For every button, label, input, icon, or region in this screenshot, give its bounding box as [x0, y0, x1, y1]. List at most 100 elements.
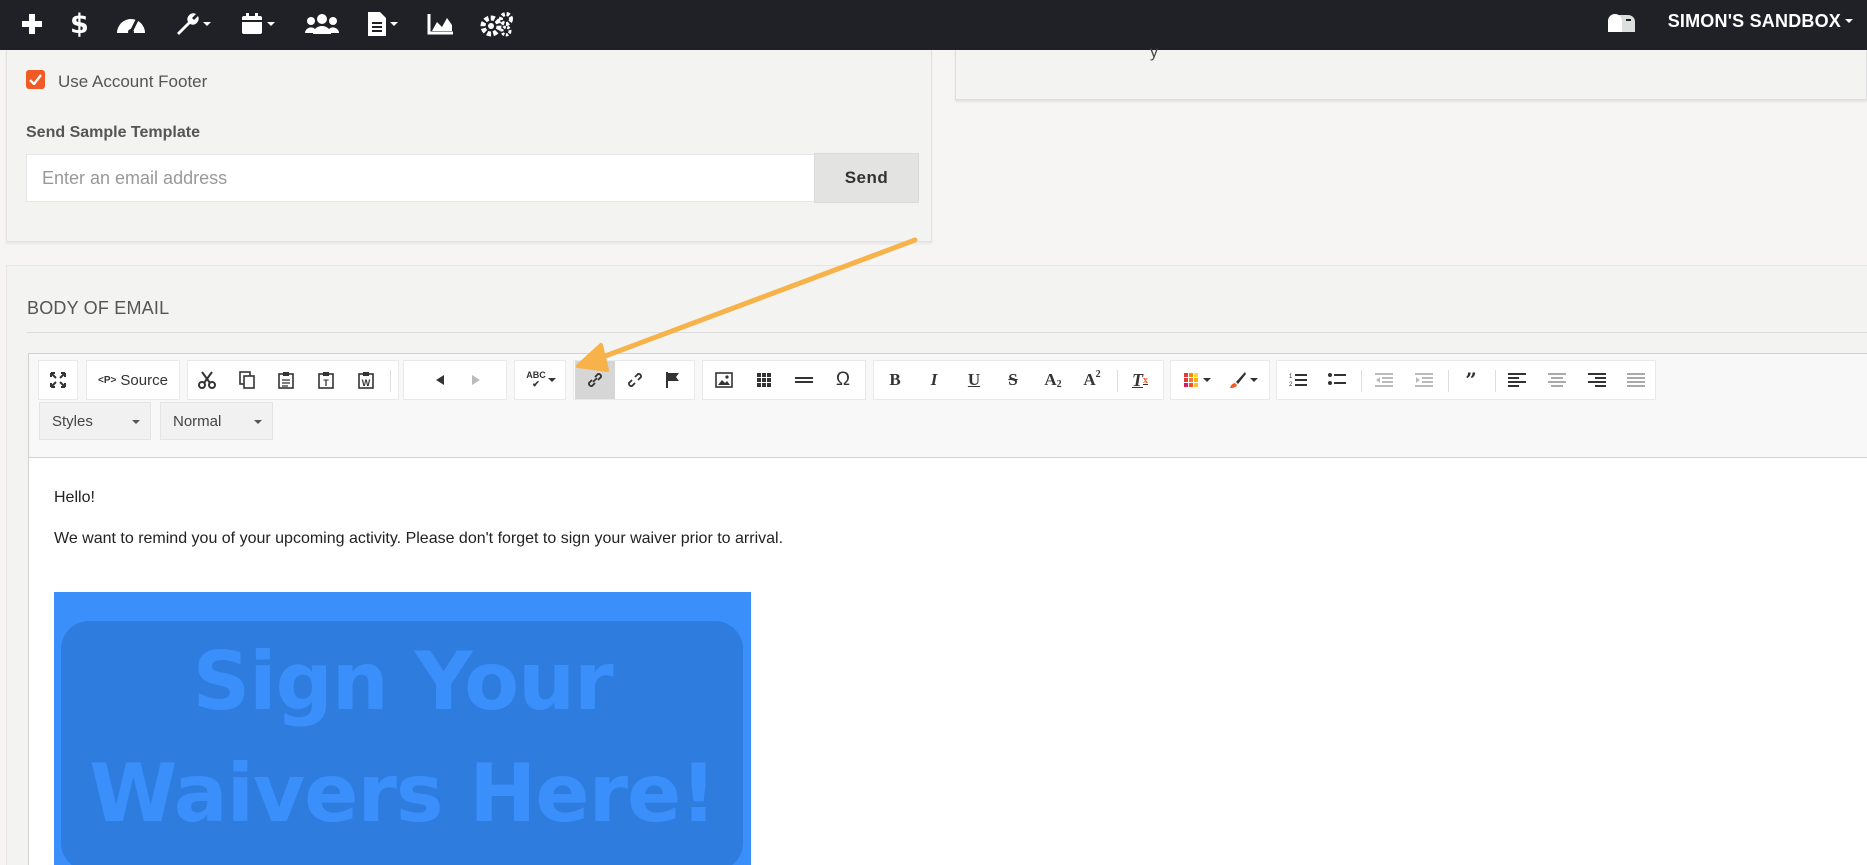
underline-icon[interactable]: U	[958, 365, 990, 395]
svg-text:1: 1	[1289, 374, 1293, 380]
chevron-down-icon	[547, 378, 556, 382]
increase-indent-icon[interactable]	[1408, 365, 1440, 395]
sample-email-input[interactable]	[26, 154, 821, 202]
users-icon[interactable]	[305, 6, 339, 42]
svg-text:2: 2	[1289, 382, 1293, 388]
chevron-down-icon	[1249, 378, 1258, 382]
format-dropdown-label: Normal	[173, 412, 222, 430]
toolbar-group-basicstyles: B I U S A2 A2 Tx	[873, 360, 1164, 400]
align-right-icon[interactable]	[1581, 365, 1613, 395]
redo-icon[interactable]	[460, 365, 492, 395]
divider	[26, 332, 1867, 333]
format-dropdown[interactable]: Normal	[160, 402, 273, 440]
editor-content-area[interactable]: Hello! We want to remind you of your upc…	[29, 458, 1867, 865]
source-button[interactable]: <P> Source	[90, 365, 176, 395]
superscript-icon[interactable]: A2	[1076, 365, 1108, 395]
calendar-icon[interactable]	[240, 6, 275, 42]
source-label: Source	[120, 371, 168, 389]
styles-dropdown-label: Styles	[52, 412, 93, 430]
toolbar-group-spellcheck: ABC ✔	[514, 360, 566, 400]
separator	[390, 370, 391, 392]
align-left-icon[interactable]	[1501, 365, 1533, 395]
wrench-icon[interactable]	[174, 6, 211, 42]
toolbar-group-colors	[1170, 360, 1270, 400]
send-sample-template-label: Send Sample Template	[26, 124, 200, 141]
use-account-footer-checkbox[interactable]	[26, 70, 45, 89]
horizontal-rule-icon[interactable]	[788, 365, 820, 395]
anchor-flag-icon[interactable]	[657, 365, 689, 395]
separator	[1495, 370, 1496, 392]
remove-format-icon[interactable]: Tx	[1124, 365, 1156, 395]
table-icon[interactable]	[748, 365, 780, 395]
send-sample-button[interactable]: Send	[814, 153, 919, 203]
special-character-icon[interactable]: Ω	[827, 365, 859, 395]
svg-text:T: T	[323, 378, 329, 388]
chevron-down-icon	[132, 420, 140, 424]
decrease-indent-icon[interactable]	[1368, 365, 1400, 395]
settings-icon[interactable]	[480, 6, 514, 42]
document-icon[interactable]	[367, 6, 398, 42]
italic-icon[interactable]: I	[918, 365, 950, 395]
account-name: SIMON'S SANDBOX	[1667, 10, 1841, 31]
bulleted-list-icon[interactable]	[1321, 365, 1353, 395]
sign-waivers-banner-image[interactable]: Sign Your Waivers Here!	[54, 592, 751, 865]
toolbar-group-maximize	[38, 360, 78, 400]
align-center-icon[interactable]	[1541, 365, 1573, 395]
subscript-icon[interactable]: A2	[1037, 365, 1069, 395]
right-panel: y	[955, 44, 1867, 100]
template-settings-panel: Use Account Footer Send Sample Template …	[6, 50, 932, 242]
source-icon: <P>	[98, 374, 117, 386]
mailbox-icon[interactable]	[1606, 5, 1636, 41]
undo-icon[interactable]	[424, 365, 456, 395]
copy-icon[interactable]	[231, 365, 263, 395]
editor-toolbar: <P> Source T W ABC ✔ Ω B I U S A 2 A 2 T…	[29, 354, 1867, 458]
dashboard-icon[interactable]	[115, 6, 147, 42]
maximize-icon[interactable]	[42, 365, 74, 395]
banner-text-line-1: Sign Your	[192, 635, 613, 728]
separator	[1448, 370, 1449, 392]
cut-off-text: y	[1150, 44, 1158, 61]
spellcheck-icon: ABC ✔	[526, 370, 546, 389]
chevron-down-icon	[1202, 378, 1211, 382]
blockquote-icon[interactable]: ”	[1455, 365, 1487, 395]
paste-icon[interactable]	[270, 365, 302, 395]
paste-text-icon[interactable]: T	[310, 365, 342, 395]
chart-icon[interactable]	[427, 6, 455, 42]
justify-icon[interactable]	[1620, 365, 1652, 395]
chevron-down-icon	[1845, 19, 1853, 23]
paintbrush-icon	[1229, 372, 1246, 388]
toolbar-group-clipboard: T W	[187, 360, 399, 400]
section-title: BODY OF EMAIL	[27, 298, 170, 318]
styles-dropdown[interactable]: Styles	[39, 402, 151, 440]
chevron-down-icon	[254, 420, 262, 424]
account-menu[interactable]: SIMON'S SANDBOX	[1668, 0, 1853, 42]
rich-text-editor: <P> Source T W ABC ✔ Ω B I U S A 2 A 2 T…	[28, 353, 1867, 865]
background-color-button[interactable]	[1223, 365, 1263, 395]
banner-text-line-2: Waivers Here!	[89, 747, 717, 840]
toolbar-group-paragraph: 12 ”	[1276, 360, 1656, 400]
svg-text:W: W	[362, 378, 371, 388]
bold-icon[interactable]: B	[879, 365, 911, 395]
toolbar-group-undo	[403, 360, 507, 400]
email-message: We want to remind you of your upcoming a…	[54, 530, 784, 547]
strikethrough-icon[interactable]: S	[997, 365, 1029, 395]
dollar-icon[interactable]: $	[70, 6, 89, 42]
text-color-button[interactable]	[1177, 365, 1217, 395]
body-of-email-section: BODY OF EMAIL <P> Source T W ABC ✔ Ω B I…	[6, 265, 1867, 865]
image-icon[interactable]	[708, 365, 740, 395]
email-greeting: Hello!	[54, 489, 95, 506]
unlink-icon[interactable]	[619, 365, 651, 395]
numbered-list-icon[interactable]: 12	[1282, 365, 1314, 395]
separator	[1117, 370, 1118, 392]
toolbar-group-links	[573, 360, 695, 400]
text-color-icon	[1183, 373, 1198, 387]
use-account-footer-label: Use Account Footer	[58, 72, 208, 91]
toolbar-group-insert: Ω	[702, 360, 866, 400]
top-navbar: $ SIMON'S SANDBOX	[0, 0, 1867, 50]
plus-icon[interactable]	[20, 6, 44, 42]
cut-icon[interactable]	[191, 365, 223, 395]
paste-word-icon[interactable]: W	[350, 365, 382, 395]
spellcheck-button[interactable]: ABC ✔	[521, 365, 561, 395]
separator	[1361, 370, 1362, 392]
link-icon[interactable]	[575, 361, 615, 399]
